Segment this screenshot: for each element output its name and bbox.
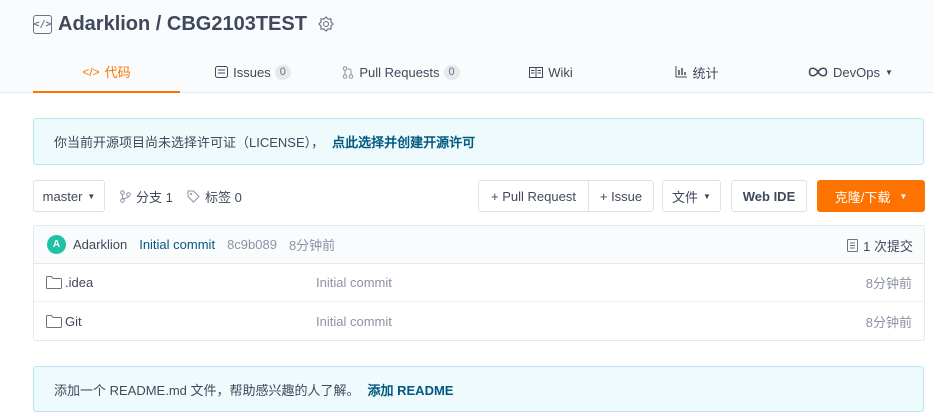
branches-link[interactable]: 分支 1	[120, 180, 173, 212]
commit-count-link[interactable]: 1 次提交	[847, 226, 913, 264]
license-notice-text: 你当前开源项目尚未选择许可证（LICENSE），	[54, 135, 325, 150]
branch-icon	[120, 189, 131, 203]
tab-stats-label: 统计	[692, 65, 719, 81]
chevron-down-icon: ▼	[87, 191, 96, 201]
tab-pull-requests[interactable]: Pull Requests 0	[326, 52, 476, 92]
tags-link[interactable]: 标签 0	[187, 180, 242, 212]
pull-request-icon	[343, 65, 354, 79]
file-commit-message[interactable]: Initial commit	[316, 275, 392, 290]
tab-stats[interactable]: 统计	[626, 52, 768, 92]
wiki-icon	[529, 66, 544, 78]
license-notice: 你当前开源项目尚未选择许可证（LICENSE）， 点此选择并创建开源许可	[33, 118, 924, 165]
commit-time: 8分钟前	[288, 238, 336, 253]
new-issue-button[interactable]: + Issue	[588, 180, 654, 212]
web-ide-button[interactable]: Web IDE	[731, 180, 807, 212]
repo-code-icon: </>	[33, 15, 52, 34]
tab-code[interactable]: </> 代码	[33, 52, 180, 93]
recommended-badge-icon[interactable]	[317, 15, 335, 34]
repo-tabs: </> 代码 Issues 0 Pull Requests 0 Wiki 统计 …	[33, 52, 933, 93]
tab-devops-label: DevOps	[833, 64, 881, 80]
repo-toolbar: master ▼ 分支 1 标签 0 + Pull Request + Issu…	[33, 180, 925, 212]
branch-select-value: master	[42, 188, 83, 204]
commit-author[interactable]: Adarklion	[73, 237, 127, 252]
repo-header: </> Adarklion / CBG2103TEST </> 代码 Issue…	[0, 0, 933, 93]
commit-sha[interactable]: 8c9b089	[227, 237, 277, 252]
table-row: Git Initial commit 8分钟前	[34, 302, 924, 340]
commits-icon	[847, 238, 859, 252]
file-list: A Adarklion Initial commit 8c9b089 8分钟前 …	[33, 225, 925, 341]
tab-devops[interactable]: DevOps ▼	[768, 52, 933, 92]
branches-count: 分支 1	[136, 189, 173, 205]
chevron-down-icon: ▼	[885, 67, 893, 77]
file-time: 8分钟前	[865, 276, 912, 291]
avatar[interactable]: A	[47, 235, 66, 254]
tab-pull-requests-label: Pull Requests	[359, 64, 440, 80]
branch-select[interactable]: master ▼	[33, 180, 105, 212]
readme-notice: 添加一个 README.md 文件，帮助感兴趣的人了解。 添加 README	[33, 366, 924, 412]
tab-issues-label: Issues	[233, 64, 271, 80]
tags-count: 标签 0	[205, 189, 242, 205]
file-menu-button[interactable]: 文件 ▼	[662, 180, 721, 212]
commit-count: 1 次提交	[863, 238, 913, 254]
clone-download-button[interactable]: 克隆/下载 ▼	[817, 180, 925, 212]
add-readme-link[interactable]: 添加 README	[368, 380, 454, 399]
pull-requests-count-badge: 0	[443, 64, 460, 80]
repo-name[interactable]: Adarklion / CBG2103TEST	[58, 13, 307, 36]
tab-wiki-label: Wiki	[548, 64, 573, 80]
table-row: .idea Initial commit 8分钟前	[34, 264, 924, 302]
folder-icon	[46, 276, 62, 289]
chevron-down-icon: ▼	[703, 191, 711, 201]
new-pull-request-button[interactable]: + Pull Request	[478, 180, 589, 212]
file-commit-message[interactable]: Initial commit	[316, 314, 392, 329]
chevron-down-icon: ▼	[899, 191, 908, 201]
tab-code-label: 代码	[104, 65, 131, 80]
create-license-link[interactable]: 点此选择并创建开源许可	[332, 132, 475, 151]
clone-download-label: 克隆/下载	[834, 189, 891, 205]
file-name[interactable]: Git	[65, 314, 82, 329]
issues-count-badge: 0	[274, 64, 291, 80]
repo-title-bar: </> Adarklion / CBG2103TEST	[33, 13, 335, 36]
last-commit-bar: A Adarklion Initial commit 8c9b089 8分钟前 …	[34, 226, 924, 264]
stats-icon	[675, 66, 688, 78]
file-time: 8分钟前	[865, 314, 912, 330]
tag-icon	[187, 190, 200, 203]
tab-wiki[interactable]: Wiki	[476, 52, 626, 92]
readme-notice-text: 添加一个 README.md 文件，帮助感兴趣的人了解。	[54, 382, 360, 398]
file-name[interactable]: .idea	[65, 275, 93, 290]
commit-message[interactable]: Initial commit	[139, 237, 215, 252]
folder-icon	[46, 314, 62, 328]
code-icon: </>	[82, 64, 100, 79]
infinity-icon	[808, 67, 828, 77]
file-menu-label: 文件	[672, 189, 699, 205]
issues-icon	[215, 66, 229, 78]
tab-issues[interactable]: Issues 0	[180, 52, 326, 92]
